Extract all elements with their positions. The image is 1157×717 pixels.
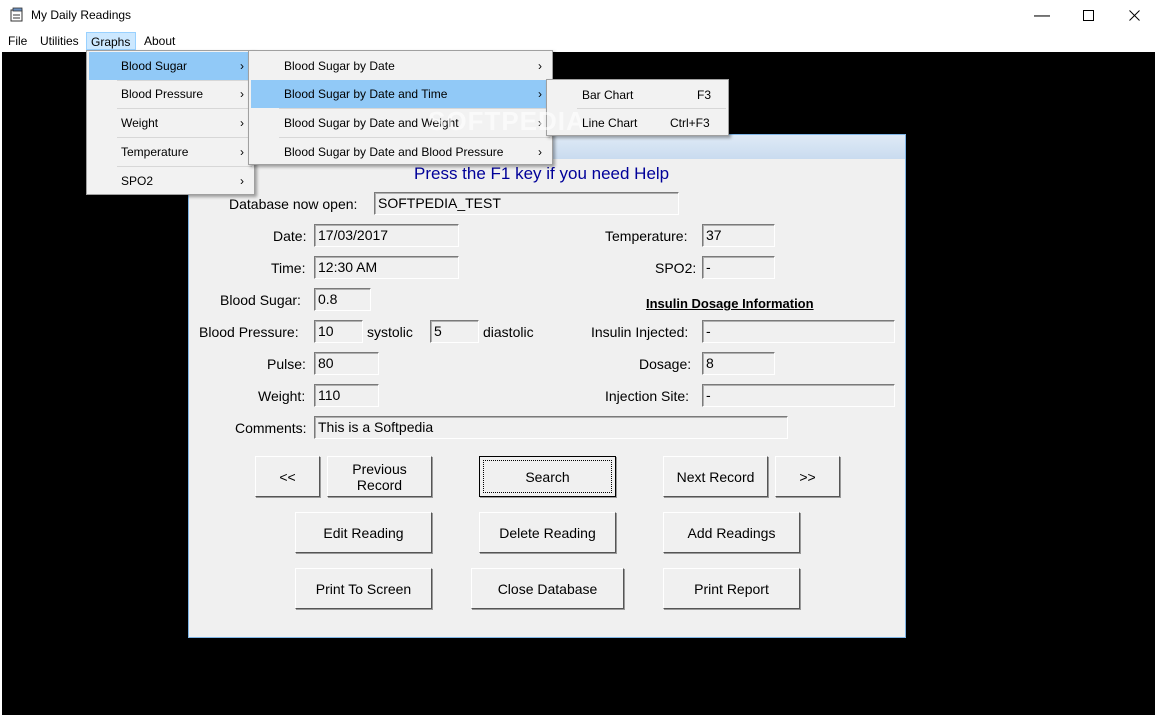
pulse-field[interactable]: 80: [314, 352, 379, 375]
pulse-label: Pulse:: [267, 356, 306, 372]
insulin-injected-field[interactable]: -: [702, 320, 895, 343]
help-text: Press the F1 key if you need Help: [414, 164, 670, 183]
spo2-field[interactable]: -: [702, 256, 775, 279]
maximize-icon: [1082, 10, 1094, 21]
systolic-label: systolic: [367, 324, 413, 340]
close-button[interactable]: [1111, 0, 1157, 31]
comments-field[interactable]: This is a Softpedia: [314, 416, 788, 439]
menu-item-label: Blood Pressure: [121, 87, 204, 101]
edit-reading-button[interactable]: Edit Reading: [295, 512, 432, 553]
delete-reading-button[interactable]: Delete Reading: [479, 512, 616, 553]
submenu-by-date-and-blood-pressure[interactable]: Blood Sugar by Date and Blood Pressure ›: [251, 138, 550, 166]
menu-item-label: Line Chart: [582, 116, 638, 130]
chart-type-submenu: Bar Chart F3 Line Chart Ctrl+F3: [546, 79, 729, 136]
injection-site-label: Injection Site:: [605, 388, 690, 404]
print-report-button[interactable]: Print Report: [663, 568, 800, 609]
diastolic-label: diastolic: [483, 324, 534, 340]
menu-item-label: Blood Sugar by Date and Time: [284, 87, 448, 101]
first-record-button[interactable]: <<: [255, 456, 320, 497]
temperature-field[interactable]: 37: [702, 224, 775, 247]
injection-site-field[interactable]: -: [702, 384, 895, 407]
previous-record-button[interactable]: Previous Record: [327, 456, 432, 497]
last-record-button[interactable]: >>: [775, 456, 840, 497]
temperature-label: Temperature:: [605, 228, 688, 244]
close-icon: [1128, 10, 1140, 21]
print-to-screen-button[interactable]: Print To Screen: [295, 568, 432, 609]
graphs-menu-blood-pressure[interactable]: Blood Pressure ›: [89, 80, 252, 108]
graphs-menu: Blood Sugar › Blood Pressure › Weight › …: [86, 50, 255, 195]
app-icon: [10, 7, 23, 22]
menu-item-label: Weight: [121, 116, 159, 130]
close-database-button[interactable]: Close Database: [471, 568, 624, 609]
shortcut-label: Ctrl+F3: [670, 116, 710, 130]
time-field[interactable]: 12:30 AM: [314, 256, 459, 279]
menu-file[interactable]: File: [4, 32, 31, 50]
dosage-field[interactable]: 8: [702, 352, 775, 375]
database-field[interactable]: SOFTPEDIA_TEST: [374, 192, 679, 215]
line-chart-menu-item[interactable]: Line Chart Ctrl+F3: [549, 109, 726, 137]
systolic-field[interactable]: 10: [314, 320, 363, 343]
menu-item-label: Temperature: [121, 145, 189, 159]
menu-item-label: Blood Sugar by Date and Weight: [284, 116, 459, 130]
comments-label: Comments:: [235, 420, 307, 436]
database-label: Database now open:: [229, 196, 358, 212]
weight-label: Weight:: [258, 388, 306, 404]
graphs-menu-temperature[interactable]: Temperature ›: [89, 138, 252, 166]
chevron-right-icon: ›: [240, 116, 244, 130]
blood-sugar-submenu: Blood Sugar by Date › Blood Sugar by Dat…: [248, 50, 553, 165]
shortcut-label: F3: [697, 88, 712, 102]
chevron-right-icon: ›: [240, 59, 244, 73]
menu-item-label: Blood Sugar by Date and Blood Pressure: [284, 145, 504, 159]
next-record-button[interactable]: Next Record: [663, 456, 768, 497]
graphs-menu-blood-sugar[interactable]: Blood Sugar ›: [89, 52, 252, 80]
date-field[interactable]: 17/03/2017: [314, 224, 459, 247]
chevron-right-icon: ›: [240, 145, 244, 159]
blood-sugar-field[interactable]: 0.8: [314, 288, 371, 311]
chevron-right-icon: ›: [538, 145, 542, 159]
submenu-by-date-and-time[interactable]: Blood Sugar by Date and Time ›: [251, 80, 550, 108]
bar-chart-menu-item[interactable]: Bar Chart F3: [549, 81, 726, 109]
dosage-label: Dosage:: [639, 356, 692, 372]
menu-item-label: SPO2: [121, 174, 154, 188]
submenu-by-date-and-weight[interactable]: Blood Sugar by Date and Weight ›: [251, 109, 550, 137]
minimize-button[interactable]: —: [1019, 0, 1065, 31]
time-label: Time:: [271, 260, 306, 276]
chevron-right-icon: ›: [538, 116, 542, 130]
menu-about[interactable]: About: [140, 32, 179, 50]
graphs-menu-spo2[interactable]: SPO2 ›: [89, 167, 252, 195]
menu-utilities[interactable]: Utilities: [36, 32, 83, 50]
blood-pressure-label: Blood Pressure:: [199, 324, 299, 340]
chevron-right-icon: ›: [240, 87, 244, 101]
submenu-by-date[interactable]: Blood Sugar by Date ›: [251, 52, 550, 80]
blood-sugar-label: Blood Sugar:: [220, 292, 301, 308]
menu-item-label: Blood Sugar: [121, 59, 188, 73]
search-button[interactable]: Search: [479, 456, 616, 497]
spo2-label: SPO2:: [655, 260, 697, 276]
menu-item-label: Bar Chart: [582, 88, 634, 102]
chevron-right-icon: ›: [538, 87, 542, 101]
minimize-icon: —: [1034, 6, 1050, 24]
weight-field[interactable]: 110: [314, 384, 379, 407]
menu-graphs[interactable]: Graphs: [86, 32, 136, 50]
graphs-menu-weight[interactable]: Weight ›: [89, 109, 252, 137]
insulin-injected-label: Insulin Injected:: [591, 324, 689, 340]
diastolic-field[interactable]: 5: [430, 320, 479, 343]
insulin-heading: Insulin Dosage Information: [646, 296, 814, 311]
chevron-right-icon: ›: [538, 59, 542, 73]
add-readings-button[interactable]: Add Readings: [663, 512, 800, 553]
title-bar: [0, 0, 1157, 31]
chevron-right-icon: ›: [240, 174, 244, 188]
date-label: Date:: [273, 228, 307, 244]
maximize-button[interactable]: [1065, 0, 1111, 31]
window-title: My Daily Readings: [31, 8, 132, 22]
menu-item-label: Blood Sugar by Date: [284, 59, 395, 73]
readings-dialog: Press the F1 key if you need Help Databa…: [188, 134, 906, 638]
